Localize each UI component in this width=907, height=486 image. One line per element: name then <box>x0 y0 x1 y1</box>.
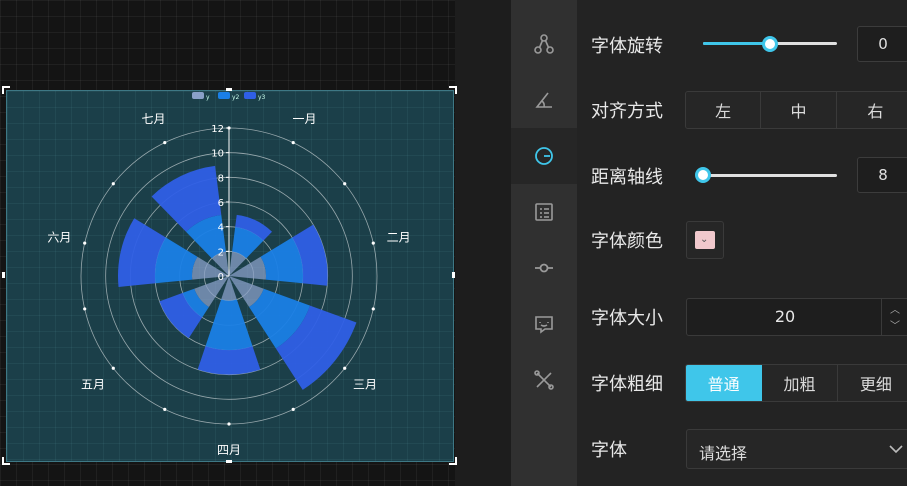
radial-tick-label: 6 <box>218 198 224 209</box>
category-label: 一月 <box>292 112 316 126</box>
nodes-icon-button[interactable] <box>511 16 577 72</box>
legend-swatch <box>192 92 204 99</box>
list-icon <box>535 203 553 221</box>
angle-tick-dot <box>111 182 115 186</box>
rotate-value-input[interactable]: 0 <box>857 26 907 62</box>
nodes-icon <box>534 34 554 54</box>
weight-label: 字体粗细 <box>591 374 663 395</box>
resize-handle-bottom-left[interactable] <box>2 457 10 465</box>
list-icon-button[interactable] <box>511 184 577 240</box>
polar-icon-button[interactable] <box>511 128 577 184</box>
legend-swatch <box>244 92 256 99</box>
legend-label: y <box>206 94 210 101</box>
font-label: 字体 <box>591 440 627 461</box>
font-size-input[interactable]: 20 ︿ ﹀ <box>686 298 907 336</box>
canvas-edge <box>455 0 511 486</box>
size-label: 字体大小 <box>591 308 663 329</box>
category-label: 三月 <box>353 377 377 391</box>
resize-handle-bottom-right[interactable] <box>449 457 457 465</box>
axis-line-icon-button[interactable] <box>511 240 577 296</box>
polar-icon <box>535 147 553 165</box>
radial-tick-label: 2 <box>218 247 224 258</box>
legend-label: y3 <box>258 94 266 101</box>
weight-segment: 普通 加粗 更细 <box>685 364 907 402</box>
axis-line-icon <box>535 263 553 273</box>
angle-tick-dot <box>227 422 231 426</box>
legend-swatch <box>218 92 230 99</box>
angle-tick-dot <box>83 241 87 245</box>
chevron-down-icon: ⌄ <box>700 234 709 245</box>
category-label: 七月 <box>141 112 165 126</box>
angle-tick-dot <box>371 241 375 245</box>
radial-tick-label: 12 <box>211 124 224 135</box>
radial-tick-label: 10 <box>211 149 224 160</box>
align-label: 对齐方式 <box>591 101 663 122</box>
rotate-slider-fill <box>703 42 770 45</box>
stepper-up-icon[interactable]: ︿ <box>890 301 900 316</box>
align-segment: 左 中 右 <box>685 91 907 129</box>
resize-handle-top-right[interactable] <box>449 86 457 94</box>
rotate-slider-knob[interactable] <box>762 36 778 52</box>
resize-handle-top-left[interactable] <box>2 86 10 94</box>
polar-chart: 0 2 4 6 8 10 12 一月二月三月四月 五月 六月 七月 y y2 y3 <box>47 92 411 457</box>
color-swatch-fill: ⌄ <box>695 231 715 249</box>
align-right-button[interactable]: 右 <box>836 92 907 128</box>
angle-tick-dot <box>343 366 347 370</box>
rotate-label: 字体旋转 <box>591 36 663 57</box>
color-label: 字体颜色 <box>591 231 663 252</box>
align-left-button[interactable]: 左 <box>686 92 762 128</box>
font-size-value: 20 <box>774 307 796 326</box>
stepper-down-icon[interactable]: ﹀ <box>890 317 900 332</box>
settings-icon-bar <box>511 0 577 486</box>
angle-icon <box>535 92 552 108</box>
category-label: 五月 <box>81 377 105 391</box>
font-select-placeholder: 请选择 <box>699 444 748 463</box>
angle-tick-dot <box>163 407 167 411</box>
resize-handle-top[interactable] <box>226 88 232 91</box>
category-label: 六月 <box>47 230 71 244</box>
angle-tick-dot <box>111 366 115 370</box>
resize-handle-right[interactable] <box>452 272 455 278</box>
weight-bold-button[interactable]: 加粗 <box>762 365 838 401</box>
angle-tick-dot <box>371 307 375 311</box>
bar-sector-y3 <box>197 346 261 375</box>
property-panel: 字体旋转 0 对齐方式 左 中 右 距离轴线 8 字体颜色 ⌄ 字体大小 20 … <box>577 0 907 486</box>
angle-icon-button[interactable] <box>511 72 577 128</box>
chevron-down-icon <box>889 445 903 454</box>
radial-tick-label: 0 <box>218 272 224 283</box>
resize-handle-left[interactable] <box>2 272 5 278</box>
radial-tick-label: 8 <box>218 173 224 184</box>
distance-label: 距离轴线 <box>591 167 663 188</box>
angle-tick-dot <box>291 407 295 411</box>
canvas-area[interactable]: 0 2 4 6 8 10 12 一月二月三月四月 五月 六月 七月 y y2 y3 <box>0 0 511 486</box>
distance-slider[interactable] <box>703 174 837 177</box>
category-label: 四月 <box>217 443 241 457</box>
legend-label: y2 <box>232 94 240 101</box>
tools-icon <box>534 370 554 390</box>
tools-icon-button[interactable] <box>511 352 577 408</box>
weight-lighter-button[interactable]: 更细 <box>837 365 907 401</box>
angle-tick-dot <box>163 141 167 145</box>
align-center-button[interactable]: 中 <box>761 92 837 128</box>
angle-tick-dot <box>343 182 347 186</box>
bar-sector-y2 <box>205 299 253 350</box>
angle-tick-dot <box>83 307 87 311</box>
angle-tick-dot <box>291 141 295 145</box>
color-picker[interactable]: ⌄ <box>686 221 724 259</box>
font-size-stepper[interactable]: ︿ ﹀ <box>881 299 907 335</box>
chat-icon-button[interactable] <box>511 296 577 352</box>
weight-normal-button[interactable]: 普通 <box>686 365 763 401</box>
distance-slider-knob[interactable] <box>695 167 711 183</box>
radial-tick-label: 4 <box>218 223 224 234</box>
font-select[interactable]: 请选择 <box>686 429 907 469</box>
resize-handle-bottom[interactable] <box>226 460 232 463</box>
category-label: 二月 <box>387 230 411 244</box>
chat-icon <box>535 316 553 334</box>
distance-value-input[interactable]: 8 <box>857 157 907 193</box>
